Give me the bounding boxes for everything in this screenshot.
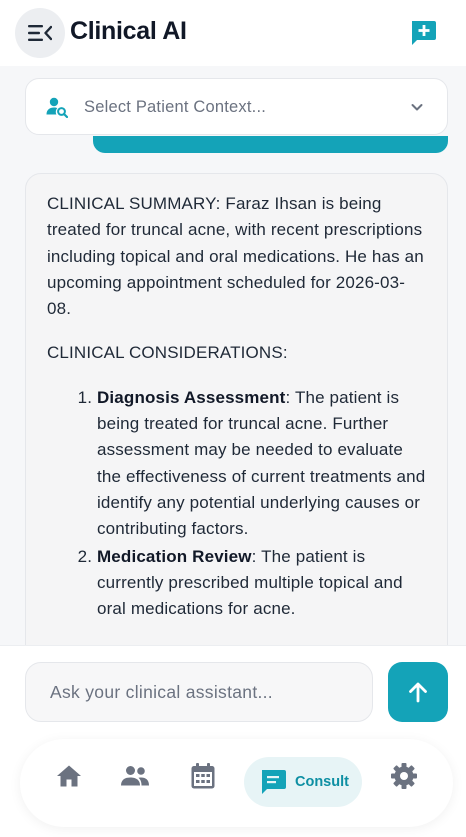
considerations-heading: CLINICAL CONSIDERATIONS:: [47, 343, 288, 363]
calendar-icon: [191, 763, 215, 789]
message-list[interactable]: CLINICAL SUMMARY: Faraz Ihsan is being t…: [0, 153, 466, 645]
home-icon: [57, 765, 81, 787]
nav-item-home[interactable]: [54, 761, 84, 791]
nav-consult-label: Consult: [295, 774, 349, 790]
considerations-list: Diagnosis Assessment: The patient is bei…: [47, 385, 427, 623]
app-header: Clinical AI: [0, 0, 466, 66]
list-item-lead: Diagnosis Assessment: [97, 387, 286, 407]
list-item-lead: Medication Review: [97, 546, 252, 566]
nav-item-settings[interactable]: [389, 761, 419, 791]
people-icon: [121, 766, 149, 786]
menu-button[interactable]: [15, 8, 65, 58]
assistant-message: CLINICAL SUMMARY: Faraz Ihsan is being t…: [25, 173, 448, 645]
bottom-nav: Consult: [20, 739, 453, 827]
list-item-text: : The patient is being treated for trunc…: [97, 387, 426, 539]
send-button[interactable]: [388, 662, 448, 722]
new-chat-button[interactable]: [408, 18, 438, 48]
user-message-bubble: [93, 136, 448, 153]
chat-input[interactable]: [25, 662, 373, 722]
menu-collapse-icon: [28, 25, 52, 41]
composer-area: Consult: [0, 645, 466, 837]
person-search-icon: [46, 97, 68, 118]
nav-item-calendar[interactable]: [188, 761, 218, 791]
arrow-up-icon: [409, 682, 427, 703]
gear-icon: [391, 763, 417, 789]
list-item: Medication Review: The patient is curren…: [97, 544, 427, 623]
patient-context-select[interactable]: Select Patient Context...: [25, 78, 448, 135]
patient-select-placeholder: Select Patient Context...: [84, 98, 267, 116]
new-chat-icon: [412, 21, 436, 45]
app-title: Clinical AI: [70, 17, 187, 45]
chevron-down-icon: [411, 104, 423, 111]
clinical-summary: CLINICAL SUMMARY: Faraz Ihsan is being t…: [47, 194, 424, 319]
nav-item-consult[interactable]: Consult: [244, 757, 362, 807]
list-item: Diagnosis Assessment: The patient is bei…: [97, 385, 427, 543]
chat-icon: [262, 770, 286, 794]
nav-item-patients[interactable]: [120, 761, 150, 791]
